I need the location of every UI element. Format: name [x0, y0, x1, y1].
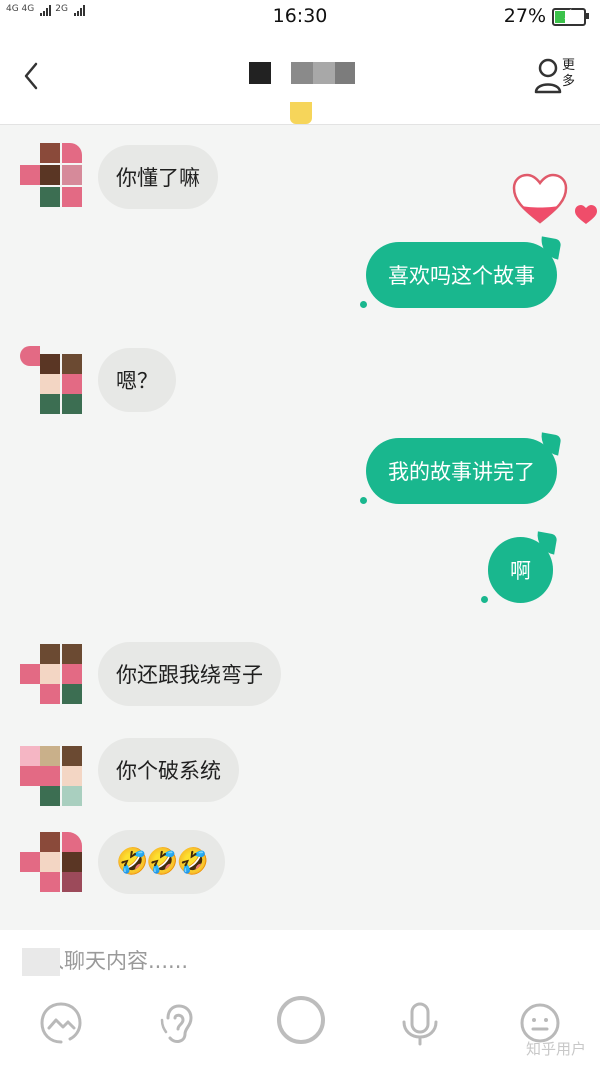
- battery-percent: 27%: [503, 5, 546, 27]
- voice-button[interactable]: [395, 998, 445, 1048]
- more-button[interactable]: 更多: [534, 56, 580, 100]
- listen-button[interactable]: [155, 998, 205, 1048]
- message-bubble[interactable]: 你懂了嘛: [98, 145, 218, 209]
- avatar[interactable]: [20, 143, 82, 211]
- avatar[interactable]: [20, 640, 82, 708]
- avatar[interactable]: [20, 828, 82, 896]
- message-incoming: 🤣🤣🤣: [20, 828, 226, 896]
- message-incoming: 你还跟我绕弯子: [20, 640, 281, 708]
- chat-input[interactable]: [20, 930, 584, 992]
- nav-bar: 更多: [0, 32, 600, 125]
- title-decoration: [290, 102, 312, 124]
- message-bubble[interactable]: 你还跟我绕弯子: [98, 642, 281, 706]
- message-outgoing-bubble[interactable]: 我的故事讲完了: [366, 438, 557, 504]
- read-indicator-dot: [360, 497, 367, 504]
- image-button[interactable]: [36, 998, 86, 1048]
- small-heart-icon: [575, 205, 597, 224]
- charging-bolt-icon: ⚡: [563, 7, 573, 23]
- bottom-toolbar: [0, 990, 600, 1067]
- message-input-bar: [0, 930, 600, 992]
- contact-name-redacted: [249, 62, 355, 84]
- avatar[interactable]: [20, 736, 82, 806]
- message-bubble[interactable]: 你个破系统: [98, 738, 239, 802]
- ear-icon: [160, 1004, 193, 1043]
- avatar[interactable]: [20, 346, 82, 414]
- message-bubble-emoji[interactable]: 🤣🤣🤣: [98, 830, 226, 894]
- record-circle-icon: [277, 996, 325, 1044]
- message-incoming: 你个破系统: [20, 736, 239, 806]
- person-icon: [534, 58, 562, 94]
- chevron-left-icon: [24, 62, 38, 90]
- input-redaction: [22, 948, 60, 976]
- microphone-icon: [402, 1002, 438, 1046]
- record-button[interactable]: [275, 994, 327, 1046]
- more-label: 更多: [562, 58, 576, 89]
- watermark: 知乎用户: [525, 1040, 586, 1058]
- image-icon: [40, 1002, 82, 1044]
- heart-icon: [512, 173, 568, 224]
- message-outgoing-bubble[interactable]: 喜欢吗这个故事: [366, 242, 557, 308]
- back-button[interactable]: [20, 60, 44, 92]
- message-outgoing-bubble[interactable]: 啊: [488, 537, 553, 603]
- status-bar: 4G 4G 2G 16:30 27% ⚡: [0, 0, 600, 32]
- message-incoming: 你懂了嘛: [20, 143, 218, 211]
- read-indicator-dot: [360, 301, 367, 308]
- battery-icon: ⚡: [552, 7, 589, 26]
- message-bubble[interactable]: 嗯？: [98, 348, 176, 412]
- message-incoming: 嗯？: [20, 346, 176, 414]
- read-indicator-dot: [481, 596, 488, 603]
